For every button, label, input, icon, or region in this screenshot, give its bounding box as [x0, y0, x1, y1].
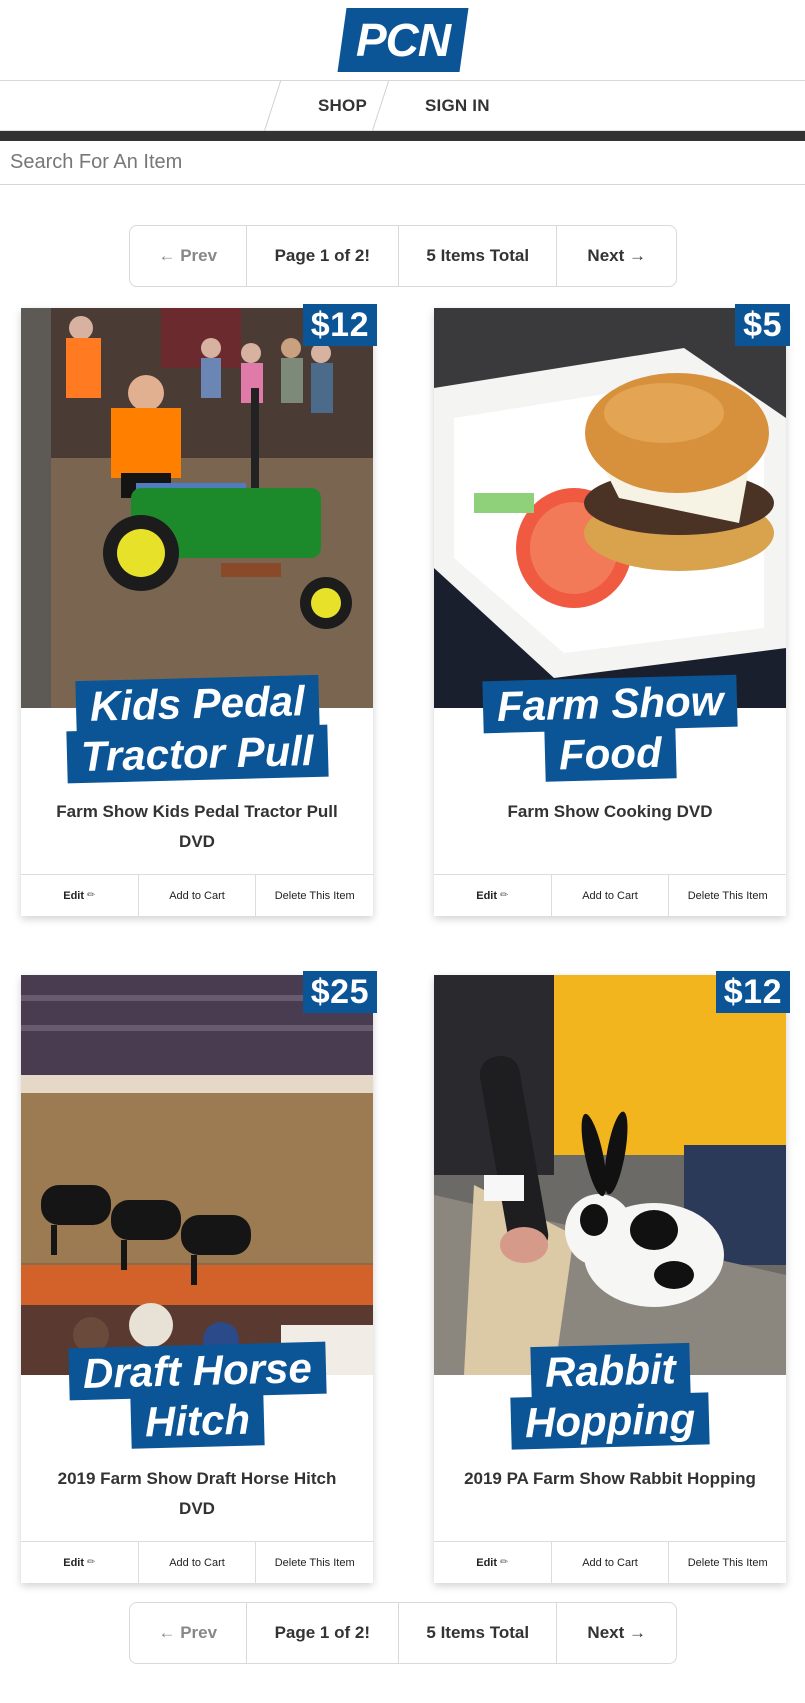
- edit-button[interactable]: Edit ✏: [434, 875, 552, 916]
- product-actions: Edit ✏ Add to Cart Delete This Item: [21, 1541, 373, 1583]
- product-image[interactable]: [434, 975, 786, 1375]
- banner-line: Farm Show: [482, 674, 738, 734]
- banner-line: Draft Horse: [67, 1341, 326, 1401]
- product-actions: Edit ✏ Add to Cart Delete This Item: [21, 874, 373, 916]
- delete-item-button[interactable]: Delete This Item: [256, 1542, 373, 1583]
- pencil-icon: ✏: [500, 1557, 509, 1568]
- pagination-top: ← Prev Page 1 of 2! 5 Items Total Next →: [129, 225, 677, 287]
- edit-button[interactable]: Edit ✏: [21, 875, 139, 916]
- tractor-photo-icon: [21, 308, 373, 708]
- horse-arena-photo-icon: [21, 975, 373, 1375]
- banner-line: Food: [544, 726, 676, 782]
- logo-text: PCN: [355, 14, 451, 66]
- nav-item-shop[interactable]: SHOP: [318, 81, 367, 131]
- product-image[interactable]: [21, 975, 373, 1375]
- price-badge: $5: [735, 304, 790, 346]
- product-card: $25 Draft Horse Hitch 2019 Farm Show Dra…: [21, 971, 377, 1583]
- pcn-logo[interactable]: PCN: [337, 8, 469, 72]
- prev-page-button[interactable]: ← Prev: [130, 1603, 247, 1663]
- nav-divider: [371, 81, 390, 131]
- product-title-banner: Kids Pedal Tractor Pull: [21, 674, 373, 784]
- page-indicator: Page 1 of 2!: [247, 1603, 400, 1663]
- banner-line: Hopping: [510, 1392, 710, 1450]
- delete-item-button[interactable]: Delete This Item: [256, 875, 373, 916]
- page-indicator: Page 1 of 2!: [247, 226, 400, 286]
- price-badge: $12: [715, 971, 790, 1013]
- product-title-banner: Rabbit Hopping: [434, 1342, 786, 1450]
- product-card: $12 Rabbit Hopping 2019 PA Farm Show Rab…: [434, 971, 790, 1583]
- add-to-cart-button[interactable]: Add to Cart: [139, 1542, 257, 1583]
- edit-label: Edit: [476, 1556, 498, 1569]
- search-bar: [0, 141, 805, 185]
- banner-line: Kids Pedal: [74, 674, 320, 734]
- pagination-bottom: ← Prev Page 1 of 2! 5 Items Total Next →: [129, 1602, 677, 1664]
- product-actions: Edit ✏ Add to Cart Delete This Item: [434, 1541, 786, 1583]
- product-card: $12 Kids Pedal Tractor Pull Farm Show Ki…: [21, 304, 377, 916]
- price-badge: $25: [302, 971, 377, 1013]
- edit-label: Edit: [476, 889, 498, 902]
- items-total: 5 Items Total: [399, 1603, 558, 1663]
- product-card: $5 Farm Show Food Farm Show Cooking DVD …: [434, 304, 790, 916]
- product-title[interactable]: Farm Show Kids Pedal Tractor Pull DVD: [41, 797, 353, 857]
- burger-photo-icon: [434, 308, 786, 708]
- items-total: 5 Items Total: [399, 226, 558, 286]
- edit-button[interactable]: Edit ✏: [21, 1542, 139, 1583]
- next-page-button[interactable]: Next →: [557, 226, 676, 286]
- edit-label: Edit: [63, 1556, 85, 1569]
- product-actions: Edit ✏ Add to Cart Delete This Item: [434, 874, 786, 916]
- edit-label: Edit: [63, 889, 85, 902]
- banner-line: Hitch: [129, 1393, 265, 1449]
- delete-item-button[interactable]: Delete This Item: [669, 1542, 786, 1583]
- nav-item-sign-in[interactable]: SIGN IN: [425, 81, 490, 131]
- pencil-icon: ✏: [87, 890, 96, 901]
- main-nav: SHOP SIGN IN: [0, 81, 805, 131]
- banner-line: Rabbit: [530, 1342, 690, 1400]
- pencil-icon: ✏: [500, 890, 509, 901]
- nav-divider: [263, 81, 282, 131]
- add-to-cart-button[interactable]: Add to Cart: [552, 1542, 670, 1583]
- prev-page-button[interactable]: ← Prev: [130, 226, 247, 286]
- product-title-banner: Draft Horse Hitch: [21, 1341, 373, 1449]
- nav-underline-bar: [0, 131, 805, 141]
- price-badge: $12: [302, 304, 377, 346]
- banner-line: Tractor Pull: [66, 724, 328, 784]
- product-title[interactable]: 2019 Farm Show Draft Horse Hitch DVD: [41, 1464, 353, 1524]
- rabbit-photo-icon: [434, 975, 786, 1375]
- product-title[interactable]: Farm Show Cooking DVD: [454, 797, 766, 827]
- search-input[interactable]: [0, 141, 805, 184]
- edit-button[interactable]: Edit ✏: [434, 1542, 552, 1583]
- delete-item-button[interactable]: Delete This Item: [669, 875, 786, 916]
- product-title-banner: Farm Show Food: [434, 674, 786, 782]
- product-image[interactable]: [434, 308, 786, 708]
- site-header: PCN: [0, 0, 805, 81]
- add-to-cart-button[interactable]: Add to Cart: [139, 875, 257, 916]
- add-to-cart-button[interactable]: Add to Cart: [552, 875, 670, 916]
- product-title[interactable]: 2019 PA Farm Show Rabbit Hopping: [454, 1464, 766, 1494]
- pencil-icon: ✏: [87, 1557, 96, 1568]
- next-page-button[interactable]: Next →: [557, 1603, 676, 1663]
- product-image[interactable]: [21, 308, 373, 708]
